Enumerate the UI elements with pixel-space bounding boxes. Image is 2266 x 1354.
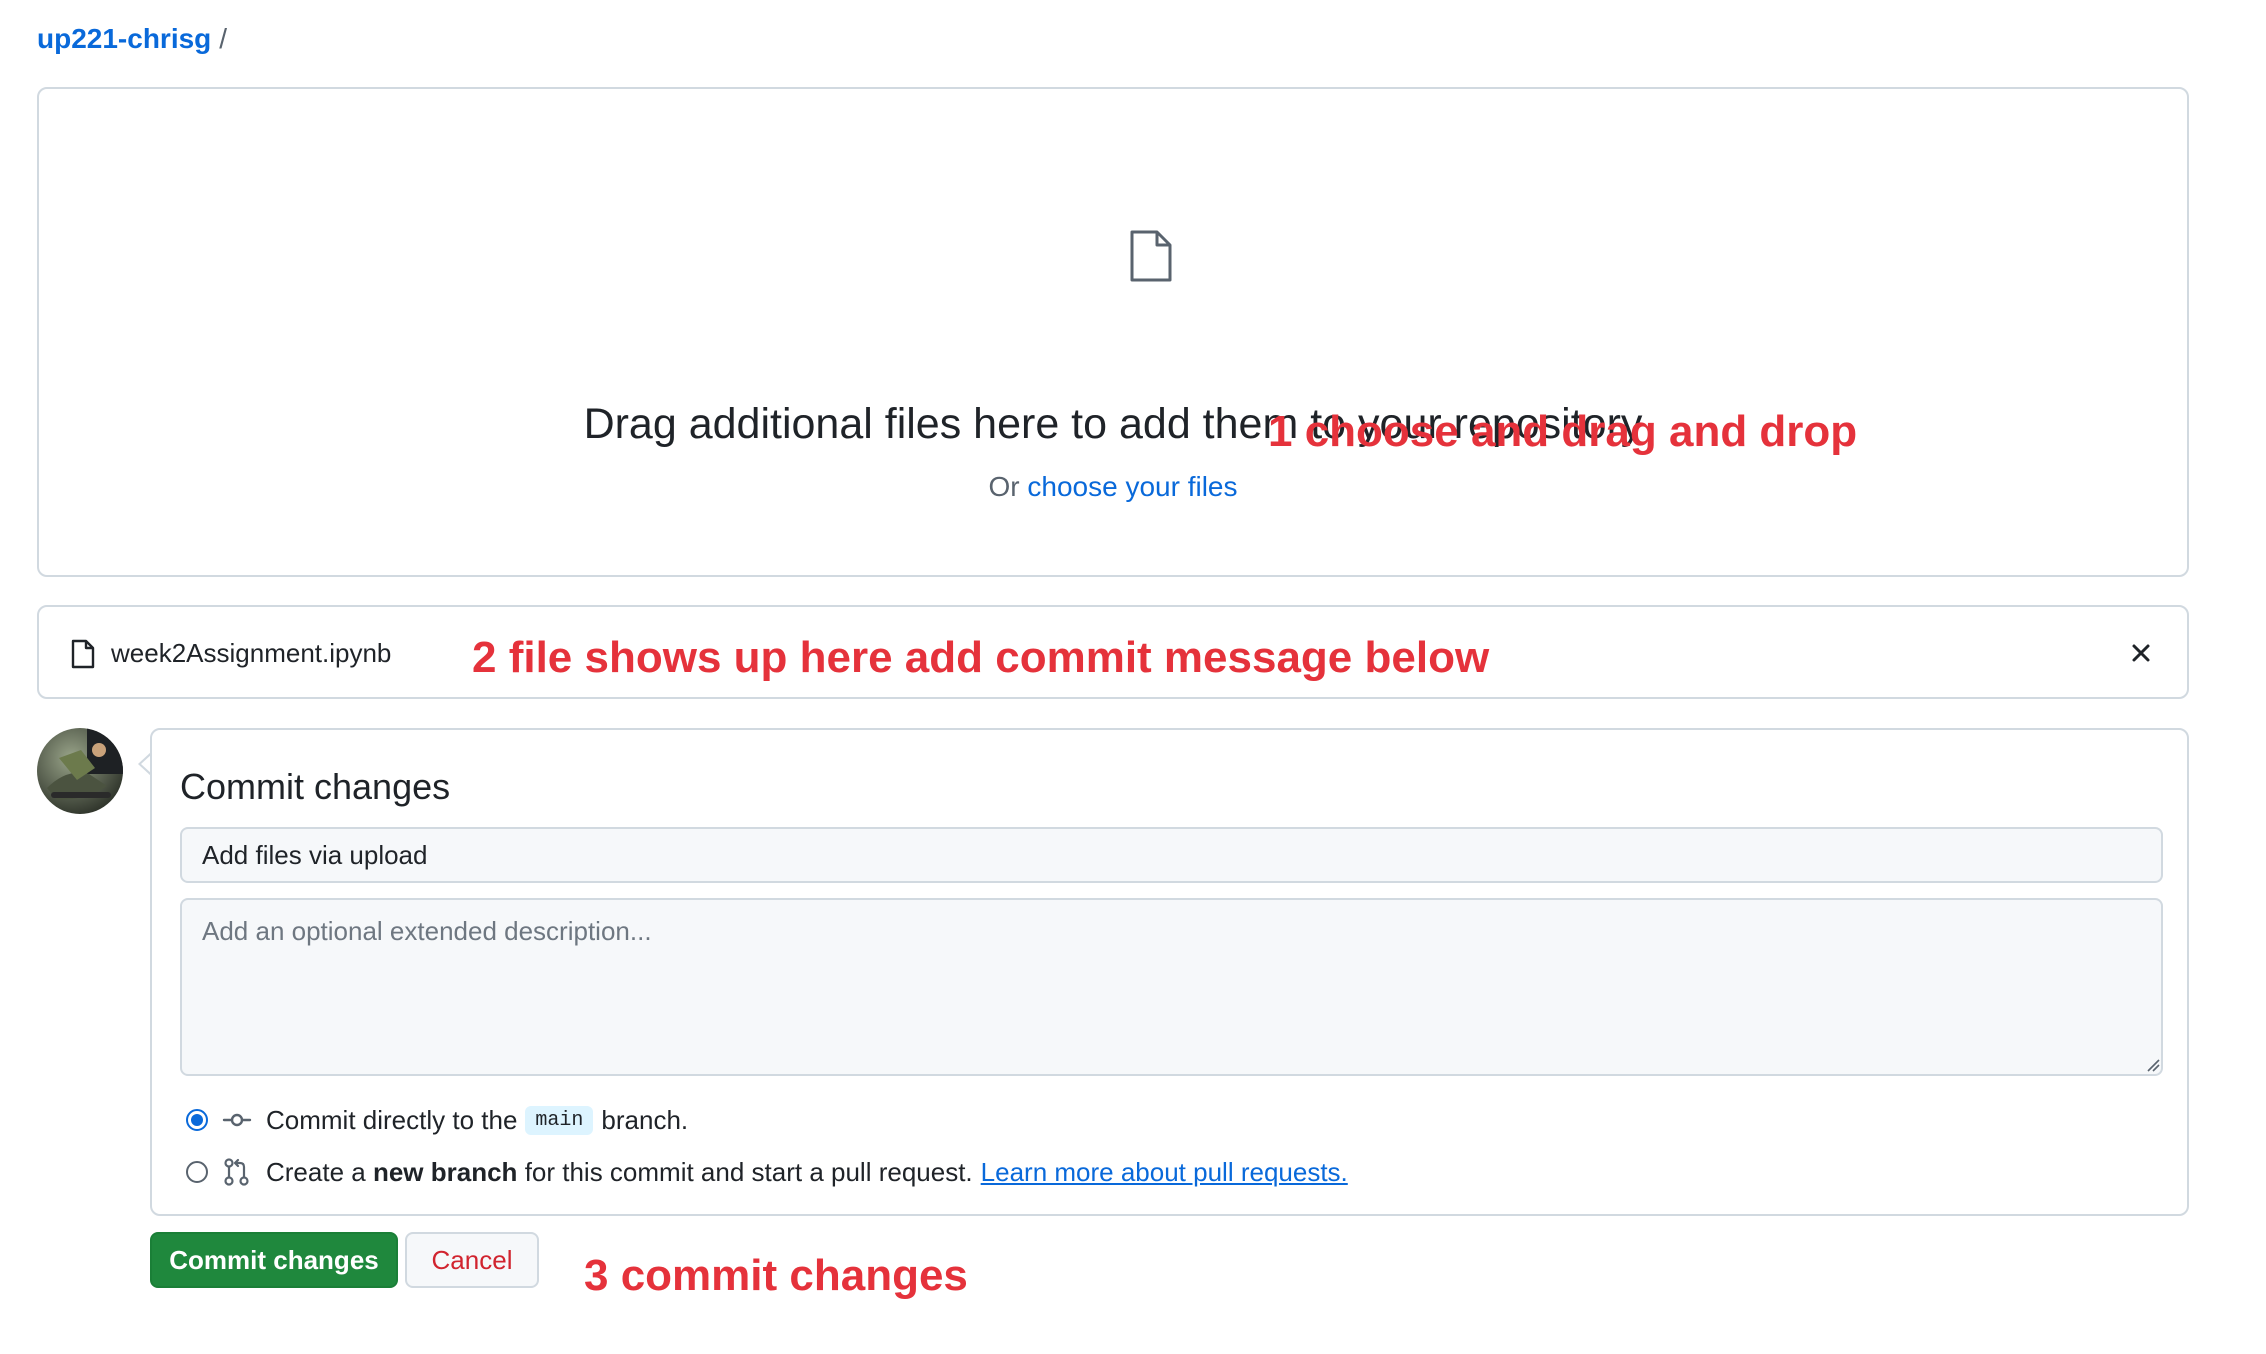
breadcrumb-separator: / — [219, 23, 228, 54]
commit-summary-input[interactable] — [180, 827, 2163, 883]
branch-name-badge: main — [525, 1105, 594, 1135]
avatar[interactable] — [37, 728, 123, 814]
breadcrumb-owner-link[interactable]: up221-chrisg — [37, 23, 211, 54]
commit-form-title: Commit changes — [180, 766, 451, 807]
file-dropzone[interactable]: Drag additional files here to add them t… — [37, 87, 2189, 577]
file-icon — [71, 639, 95, 669]
uploaded-file-name: week2Assignment.ipynb — [111, 638, 392, 668]
annotation-step-2: 2 file shows up here add commit message … — [472, 633, 1490, 682]
file-icon — [1130, 230, 1172, 282]
learn-more-pull-requests-link[interactable]: Learn more about pull requests. — [981, 1157, 1348, 1188]
annotation-step-1: 1 choose and drag and drop — [1268, 407, 1858, 456]
commit-direct-text-before: Commit directly to the — [266, 1104, 518, 1135]
new-branch-option[interactable]: Create a new branch for this commit and … — [186, 1152, 1348, 1192]
annotation-step-3: 3 commit changes — [584, 1251, 968, 1300]
git-commit-icon — [222, 1113, 252, 1127]
new-branch-text-before: Create a — [266, 1156, 366, 1187]
commit-changes-button[interactable]: Commit changes — [150, 1232, 398, 1288]
git-pull-request-icon — [224, 1158, 249, 1186]
breadcrumb: up221-chrisg / — [37, 20, 227, 58]
new-branch-text-after: for this commit and start a pull request… — [524, 1156, 973, 1187]
choose-files-link[interactable]: choose your files — [1027, 471, 1237, 502]
dropzone-title: Drag additional files here to add them t… — [583, 400, 1643, 448]
cancel-button[interactable]: Cancel — [405, 1232, 539, 1288]
new-branch-radio[interactable] — [186, 1161, 208, 1183]
commit-description-textarea[interactable] — [180, 898, 2163, 1076]
close-icon[interactable] — [2123, 633, 2159, 673]
new-branch-bold-text: new branch — [372, 1156, 518, 1187]
commit-form: Commit changes Commit directly to the ma… — [150, 728, 2189, 1216]
commit-direct-option[interactable]: Commit directly to the main branch. — [186, 1100, 688, 1140]
commit-direct-text-after: branch. — [601, 1104, 689, 1135]
dropzone-or-text: Or — [988, 471, 1028, 502]
resize-handle-icon[interactable] — [2146, 1058, 2160, 1072]
dropzone-subtitle: Or choose your files — [39, 469, 2187, 505]
avatar-image — [37, 728, 123, 814]
commit-direct-radio[interactable] — [186, 1109, 208, 1131]
